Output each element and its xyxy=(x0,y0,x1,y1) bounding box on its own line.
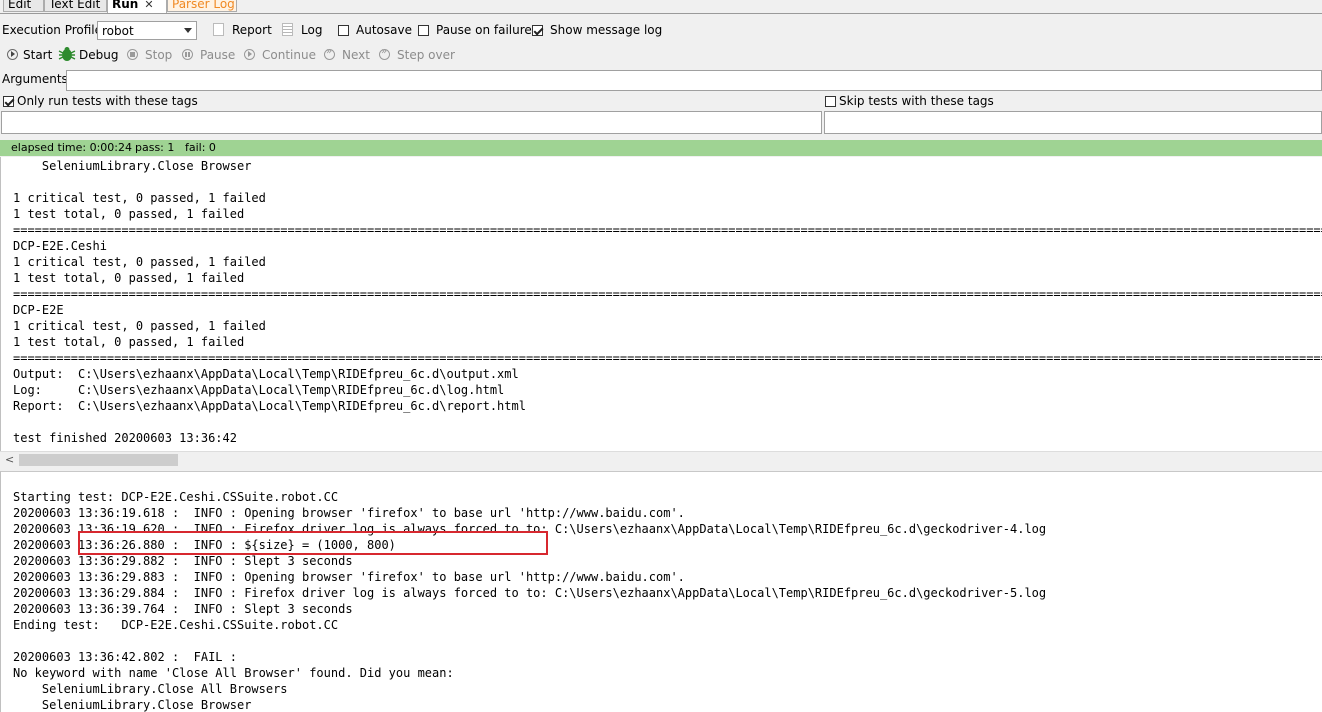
console-output[interactable]: SeleniumLibrary.Close Browser 1 critical… xyxy=(0,157,1322,451)
chevron-down-icon[interactable] xyxy=(181,24,194,37)
step-over-icon xyxy=(379,46,390,60)
autosave-checkbox[interactable] xyxy=(338,25,349,36)
step-over-button[interactable]: Step over xyxy=(397,47,455,63)
tab-parser-log[interactable]: Parser Log xyxy=(167,0,237,12)
pause-on-failure-checkbox[interactable] xyxy=(418,25,429,36)
play-icon xyxy=(7,49,18,60)
pause-button[interactable]: Pause xyxy=(200,47,235,63)
run-options-bar: Execution Profile: robot Report Log Auto… xyxy=(0,19,1322,43)
tab-label: Edit xyxy=(8,0,32,11)
log-icon xyxy=(282,23,293,36)
show-message-log-checkbox[interactable] xyxy=(532,25,543,36)
tab-label: Text Edit xyxy=(49,0,101,11)
arguments-label: Arguments: xyxy=(2,72,72,86)
tab-text-edit[interactable]: Text Edit xyxy=(44,0,107,12)
skip-tags-checkbox[interactable] xyxy=(825,96,836,107)
autosave-label: Autosave xyxy=(356,23,412,37)
report-button[interactable]: Report xyxy=(232,22,272,38)
run-status-bar: elapsed time: 0:00:24 pass: 1 fail: 0 xyxy=(0,140,1322,156)
fail-count: fail: 0 xyxy=(185,141,216,154)
start-button[interactable]: Start xyxy=(23,47,52,63)
next-icon xyxy=(324,46,335,60)
exclude-tags-input[interactable] xyxy=(824,111,1322,134)
pause-on-failure-label: Pause on failure xyxy=(436,23,532,37)
bug-icon xyxy=(58,47,76,61)
tab-edit[interactable]: Edit xyxy=(3,0,44,12)
tab-run[interactable]: Run ✕ xyxy=(107,0,167,13)
continue-icon xyxy=(244,49,255,60)
only-run-tags-label: Only run tests with these tags xyxy=(17,94,198,108)
run-controls-bar: Start Debug Stop Pause Continue Next Ste… xyxy=(0,45,1322,65)
arguments-input[interactable] xyxy=(66,70,1322,91)
chevron-left-icon[interactable]: < xyxy=(5,454,14,466)
scrollbar-thumb[interactable] xyxy=(19,454,178,466)
notebook-tabs: Edit Text Edit Run ✕ Parser Log xyxy=(0,0,1322,14)
skip-tags-label: Skip tests with these tags xyxy=(839,94,994,108)
execution-profile-value: robot xyxy=(102,24,134,38)
include-tags-input[interactable] xyxy=(1,111,822,134)
tab-label: Run xyxy=(112,0,139,11)
next-button[interactable]: Next xyxy=(342,47,370,63)
elapsed-time: elapsed time: 0:00:24 xyxy=(11,141,132,154)
log-button[interactable]: Log xyxy=(301,22,322,38)
close-icon[interactable]: ✕ xyxy=(144,0,153,11)
stop-button[interactable]: Stop xyxy=(145,47,172,63)
debug-button[interactable]: Debug xyxy=(79,47,118,63)
message-log-text: Starting test: DCP-E2E.Ceshi.CSSuite.rob… xyxy=(13,490,1047,712)
pass-count: pass: 1 xyxy=(135,141,175,154)
execution-profile-select[interactable]: robot xyxy=(97,21,197,40)
execution-profile-label: Execution Profile: xyxy=(2,23,107,37)
pause-icon xyxy=(182,49,193,60)
show-message-log-label: Show message log xyxy=(550,23,663,37)
only-run-tags-checkbox[interactable] xyxy=(3,96,14,107)
console-output-text: SeleniumLibrary.Close Browser 1 critical… xyxy=(13,159,1322,445)
tab-label: Parser Log xyxy=(172,0,235,11)
continue-button[interactable]: Continue xyxy=(262,47,316,63)
horizontal-scrollbar[interactable]: < xyxy=(0,451,1322,469)
message-log[interactable]: Starting test: DCP-E2E.Ceshi.CSSuite.rob… xyxy=(0,471,1322,712)
stop-icon xyxy=(127,49,138,60)
report-icon xyxy=(213,23,224,36)
